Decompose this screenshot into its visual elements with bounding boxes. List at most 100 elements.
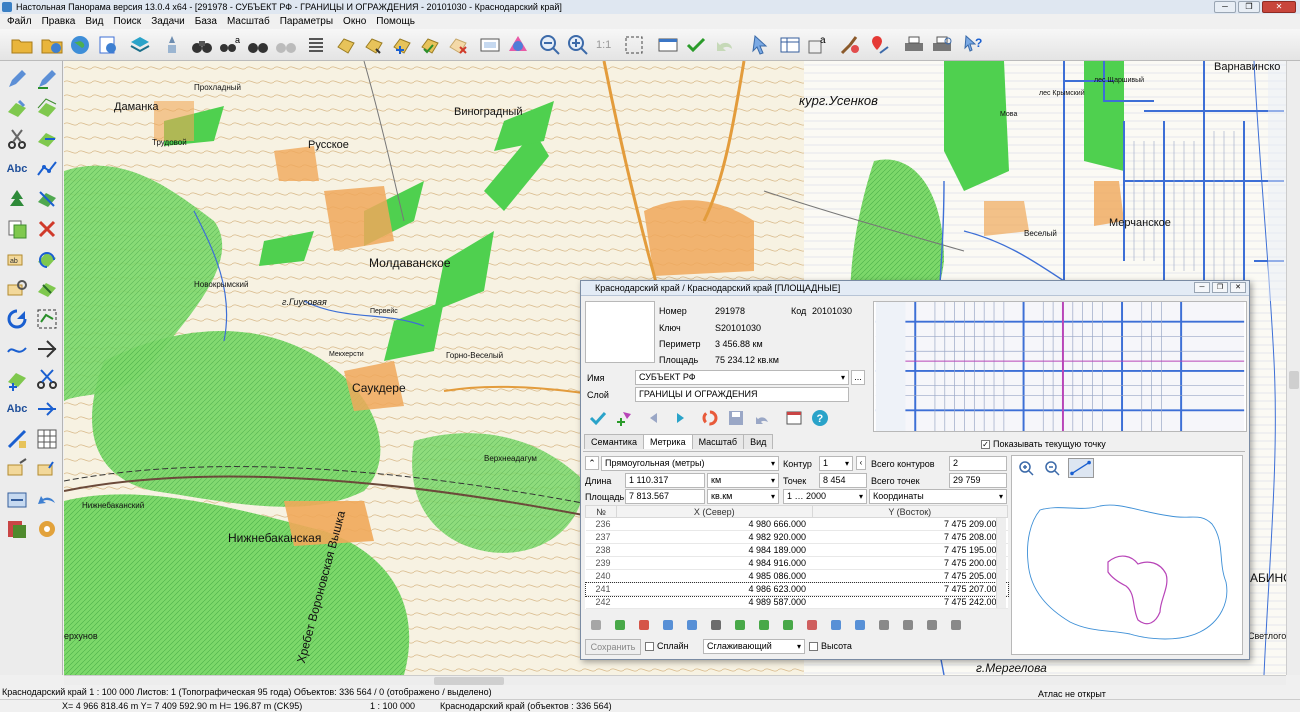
curve-icon[interactable] [5, 337, 29, 361]
preview-zoom-in-icon[interactable] [1018, 460, 1034, 476]
menu-scale[interactable]: Масштаб [223, 16, 276, 27]
cut-line-icon[interactable] [35, 367, 59, 391]
sloy-field[interactable]: ГРАНИЦЫ И ОГРАЖДЕНИЯ [635, 387, 849, 402]
vertical-scrollbar[interactable] [1286, 61, 1300, 675]
tab-semantika[interactable]: Семантика [584, 434, 644, 449]
move-view-icon[interactable] [5, 487, 29, 511]
menu-help[interactable]: Помощь [372, 16, 421, 27]
height-checkbox[interactable] [809, 642, 818, 652]
copy-object-icon[interactable] [5, 217, 29, 241]
horizontal-scroll-thumb[interactable] [434, 677, 504, 685]
spline-checkbox-wrap[interactable]: Сплайн [645, 641, 689, 652]
profile-2-icon[interactable] [901, 618, 915, 632]
move-point-icon[interactable] [757, 618, 771, 632]
show-point-checkbox-wrap[interactable]: ✓ Показывать текущую точку [981, 439, 1106, 450]
save-button[interactable]: Сохранить [585, 639, 641, 655]
menu-edit[interactable]: Правка [38, 16, 82, 27]
apply-check-icon[interactable] [589, 409, 607, 427]
minimize-button[interactable]: ─ [1214, 1, 1236, 13]
menu-file[interactable]: Файл [3, 16, 38, 27]
rotate-object-icon[interactable] [35, 247, 59, 271]
save-coords-icon[interactable] [853, 618, 867, 632]
zoom-in-icon[interactable] [566, 33, 590, 57]
split-line-icon[interactable] [35, 337, 59, 361]
show-point-checkbox[interactable]: ✓ [981, 440, 990, 450]
grid-icon[interactable] [35, 427, 59, 451]
maximize-button[interactable]: ❐ [1238, 1, 1260, 13]
fill-area-icon[interactable] [35, 187, 59, 211]
reverse-contour-icon[interactable] [733, 618, 747, 632]
add-object-icon[interactable] [615, 409, 633, 427]
map-catalog-icon[interactable] [96, 33, 120, 57]
table-row[interactable]: 239 4 984 916.000 7 475 200.000 [585, 556, 1008, 570]
cursor-icon[interactable] [748, 33, 772, 57]
object-list-icon[interactable] [5, 517, 29, 541]
label-edit-icon[interactable] [35, 457, 59, 481]
menu-database[interactable]: База [191, 16, 223, 27]
delete-point-icon[interactable] [637, 618, 651, 632]
tree-symbol-icon[interactable] [5, 187, 29, 211]
imya-select[interactable]: СУБЪЕКТ РФ [635, 370, 849, 385]
refresh-object-icon[interactable] [701, 409, 719, 427]
text-style-button[interactable]: Abc [5, 397, 29, 421]
kontur-prev-icon[interactable]: ‹ [856, 456, 866, 470]
horizontal-scrollbar[interactable] [64, 675, 1286, 685]
scale-1-1-button[interactable]: 1:1 [596, 33, 620, 57]
profile-4-icon[interactable] [949, 618, 963, 632]
tab-vid[interactable]: Вид [743, 434, 774, 449]
close-button[interactable]: ✕ [1262, 1, 1296, 13]
next-object-icon[interactable] [673, 411, 687, 425]
table-icon[interactable] [778, 33, 802, 57]
dialog-maximize-button[interactable]: ❐ [1212, 282, 1228, 293]
clear-selection-icon[interactable] [446, 33, 470, 57]
rotate-contour-icon[interactable] [709, 618, 723, 632]
text-label-icon[interactable]: a [806, 33, 830, 57]
table-row[interactable]: 237 4 982 920.000 7 475 208.000 [585, 530, 1008, 544]
menu-view[interactable]: Вид [81, 16, 109, 27]
label-tool-icon[interactable] [5, 457, 29, 481]
preview-zoom-out-icon[interactable] [1044, 460, 1060, 476]
tab-metrika[interactable]: Метрика [642, 434, 693, 449]
smoothing-select[interactable]: Сглаживающий [703, 639, 805, 654]
undo-icon[interactable] [712, 33, 736, 57]
smooth-icon[interactable] [781, 618, 795, 632]
polyline-icon[interactable] [35, 157, 59, 181]
table-row[interactable]: 242 4 989 587.000 7 475 242.000 [585, 595, 1008, 609]
print-preview-icon[interactable] [930, 33, 954, 57]
last-point-icon[interactable] [685, 618, 699, 632]
list-icon[interactable] [304, 33, 328, 57]
prev-object-icon[interactable] [647, 411, 661, 425]
tools-icon[interactable] [838, 33, 862, 57]
frame-icon[interactable] [478, 33, 502, 57]
ploshad2-unit-select[interactable]: кв.км [707, 489, 779, 504]
table-row[interactable]: 238 4 984 189.000 7 475 195.000 [585, 543, 1008, 557]
undo-point-icon[interactable] [589, 618, 603, 632]
kontur-select[interactable]: 1 [819, 456, 853, 471]
add-point-icon[interactable] [5, 367, 29, 391]
scissors-icon[interactable] [5, 127, 29, 151]
range-select[interactable]: 1 … 2000 [783, 489, 867, 504]
binoculars-a-icon[interactable]: a [218, 33, 242, 57]
edit-multi-icon[interactable] [35, 97, 59, 121]
pencil-icon[interactable] [5, 67, 29, 91]
search-text-icon[interactable] [5, 277, 29, 301]
vertical-scroll-thumb[interactable] [1289, 371, 1299, 389]
settings-gear-icon[interactable] [35, 517, 59, 541]
delete-object-icon[interactable] [35, 217, 59, 241]
refresh-coords-icon[interactable] [829, 618, 843, 632]
first-point-icon[interactable] [661, 618, 675, 632]
height-checkbox-wrap[interactable]: Высота [809, 641, 852, 652]
align-icon[interactable] [35, 397, 59, 421]
add-selection-icon[interactable] [390, 33, 414, 57]
layers-icon[interactable] [128, 33, 152, 57]
select-area-icon[interactable] [362, 33, 386, 57]
zoom-out-icon[interactable] [538, 33, 562, 57]
fit-frame-icon[interactable] [622, 33, 646, 57]
help-cursor-icon[interactable]: ? [962, 33, 986, 57]
move-object-icon[interactable] [35, 127, 59, 151]
open-map-icon[interactable] [40, 33, 64, 57]
projection-select[interactable]: Прямоугольная (метры) [601, 456, 779, 471]
refresh-icon[interactable] [5, 307, 29, 331]
coordinates-select[interactable]: Координаты [869, 489, 1007, 504]
dialog-close-button[interactable]: ✕ [1230, 282, 1246, 293]
